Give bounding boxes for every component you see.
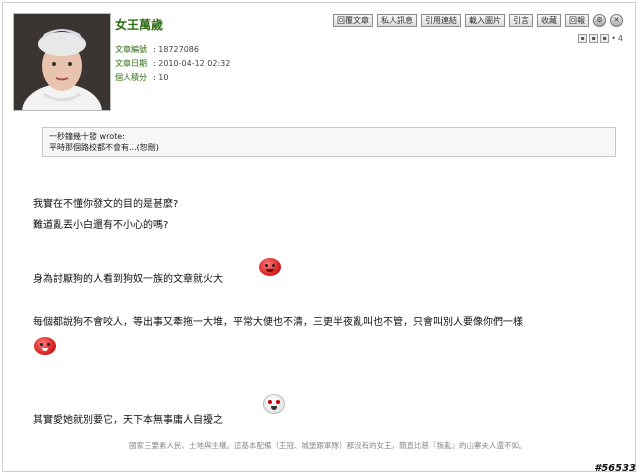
load-images-button[interactable]: 載入圖片 (465, 14, 505, 27)
meta-value: 2010-04-12 02:32 (158, 59, 231, 68)
body-line-3: 身為討厭狗的人看到狗奴一族的文章就火大 (33, 274, 223, 285)
quote-text: 平時那個路校都不會有...(恕刪) (49, 143, 159, 152)
body-line-2: 難道亂丟小白還有不小心的嗎? (33, 220, 169, 231)
meta-post-id: 文章編號: 18727086 (115, 45, 199, 54)
meta-label: 個人積分 (115, 73, 147, 82)
settings-icon[interactable]: ⚙ (593, 14, 606, 27)
floor-nav: ▪ ▪ ▪ • 4 (578, 34, 623, 43)
angry-emoticon-icon (259, 258, 281, 276)
user-avatar[interactable] (13, 13, 111, 111)
close-icon[interactable]: ✕ (610, 14, 623, 27)
quote-author: 一秒鐘幾十發 wrote: (49, 132, 125, 141)
body-line-1: 我實在不懂你發文的目的是甚麼? (33, 199, 179, 210)
image-stamp: #56533 (594, 463, 636, 474)
meta-value: 18727086 (158, 45, 199, 54)
floor-number: 4 (617, 34, 623, 43)
private-message-button[interactable]: 私人訊息 (377, 14, 417, 27)
shocked-emoticon-icon (263, 394, 285, 414)
prev-floor-icon[interactable]: ▪ (589, 34, 599, 43)
meta-label: 文章編號 (115, 45, 147, 54)
author-name[interactable]: 女王萬歲 (115, 16, 163, 33)
meta-label: 文章日期 (115, 59, 147, 68)
body-line-5: 其實愛她就別要它，天下本無事庸人自擾之 (33, 415, 223, 426)
signature: 國家三要素人民、土地與主權。這基本配備（王冠、城堡跟軍隊）都沒有的女王，簡直比慈… (129, 441, 527, 450)
meta-score: 個人積分: 10 (115, 73, 169, 82)
floor-separator: • (611, 34, 616, 43)
favorite-button[interactable]: 收藏 (537, 14, 561, 27)
meta-post-date: 文章日期: 2010-04-12 02:32 (115, 59, 231, 68)
quote-link-button[interactable]: 引用連結 (421, 14, 461, 27)
reply-button[interactable]: 回覆文章 (333, 14, 373, 27)
red-emoticon-icon (34, 337, 56, 355)
first-floor-icon[interactable]: ▪ (578, 34, 588, 43)
meta-value: 10 (158, 73, 169, 82)
post-toolbar: 回覆文章 私人訊息 引用連結 載入圖片 引言 收藏 回報 ⚙ ✕ (333, 14, 623, 27)
quote-block: 一秒鐘幾十發 wrote: 平時那個路校都不會有...(恕刪) (42, 127, 616, 157)
post-frame: 女王萬歲 文章編號: 18727086 文章日期: 2010-04-12 02:… (2, 2, 636, 472)
quote-button[interactable]: 引言 (509, 14, 533, 27)
next-floor-icon[interactable]: ▪ (600, 34, 610, 43)
report-button[interactable]: 回報 (565, 14, 589, 27)
body-line-4: 每個都說狗不會咬人，等出事又牽拖一大堆，平常大便也不清，三更半夜亂叫也不管，只會… (33, 317, 523, 328)
